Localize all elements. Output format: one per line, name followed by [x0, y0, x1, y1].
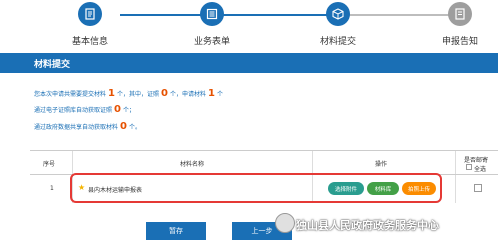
document-icon [78, 2, 102, 26]
step-business-form[interactable]: 业务表单 [172, 2, 252, 47]
table-header: 序号 材料名称 操作 是否邮寄 全选 [30, 151, 498, 175]
apply-count: 1 [207, 88, 215, 99]
progress-stepper: 基本信息 业务表单 材料提交 申报告知 [0, 0, 498, 50]
government-emblem-icon [275, 213, 295, 233]
header-mail: 是否邮寄 [464, 157, 489, 164]
info-text: 通过电子证照库自动获取证照 [34, 107, 113, 114]
mail-checkbox[interactable] [474, 184, 482, 192]
step-label: 材料提交 [319, 37, 356, 47]
form-icon [200, 2, 224, 26]
highlight-frame [70, 173, 442, 203]
column-divider [312, 151, 313, 174]
info-text: 个，申请材料 [169, 91, 206, 98]
header-index: 序号 [43, 161, 56, 168]
column-divider [72, 151, 73, 174]
box-icon [326, 2, 350, 26]
save-draft-button[interactable]: 暂存 [146, 222, 206, 240]
info-text: 个 [216, 91, 223, 98]
total-count: 1 [108, 88, 115, 99]
section-header: 材料提交 [0, 53, 498, 73]
step-notice[interactable]: 申报告知 [420, 2, 498, 47]
info-text: 您本次申请共需要提交材料 [34, 91, 107, 98]
step-label: 业务表单 [193, 37, 230, 47]
info-text: 通过政府数据共享自动获取材料 [34, 124, 119, 131]
header-name: 材料名称 [180, 161, 205, 168]
info-total-materials: 您本次申请共需要提交材料 1 个，其中，证照 0 个，申请材料 1 个 [34, 88, 223, 99]
header-action: 操作 [375, 161, 388, 168]
select-all-checkbox[interactable] [466, 164, 472, 170]
notice-icon [448, 2, 472, 26]
info-text: 个，其中，证照 [116, 91, 159, 98]
step-label: 申报告知 [441, 37, 478, 47]
info-ecert: 通过电子证照库自动获取证照 0 个； [34, 104, 135, 115]
step-material-submit[interactable]: 材料提交 [298, 2, 378, 47]
section-title: 材料提交 [34, 60, 71, 70]
header-select-all: 全选 [474, 166, 487, 173]
info-text: 个； [122, 107, 135, 114]
license-count: 0 [161, 88, 168, 99]
info-text: 个。 [128, 124, 141, 131]
row-index: 1 [50, 185, 54, 192]
step-basic-info[interactable]: 基本信息 [50, 2, 130, 47]
info-shared-data: 通过政府数据共享自动获取材料 0 个。 [34, 121, 141, 132]
ecert-count: 0 [114, 104, 121, 115]
column-divider [455, 151, 456, 174]
step-label: 基本信息 [71, 37, 108, 47]
shared-count: 0 [120, 121, 127, 132]
column-divider [455, 175, 456, 203]
watermark-text: 独山县人民政府政务服务中心 [296, 219, 439, 232]
